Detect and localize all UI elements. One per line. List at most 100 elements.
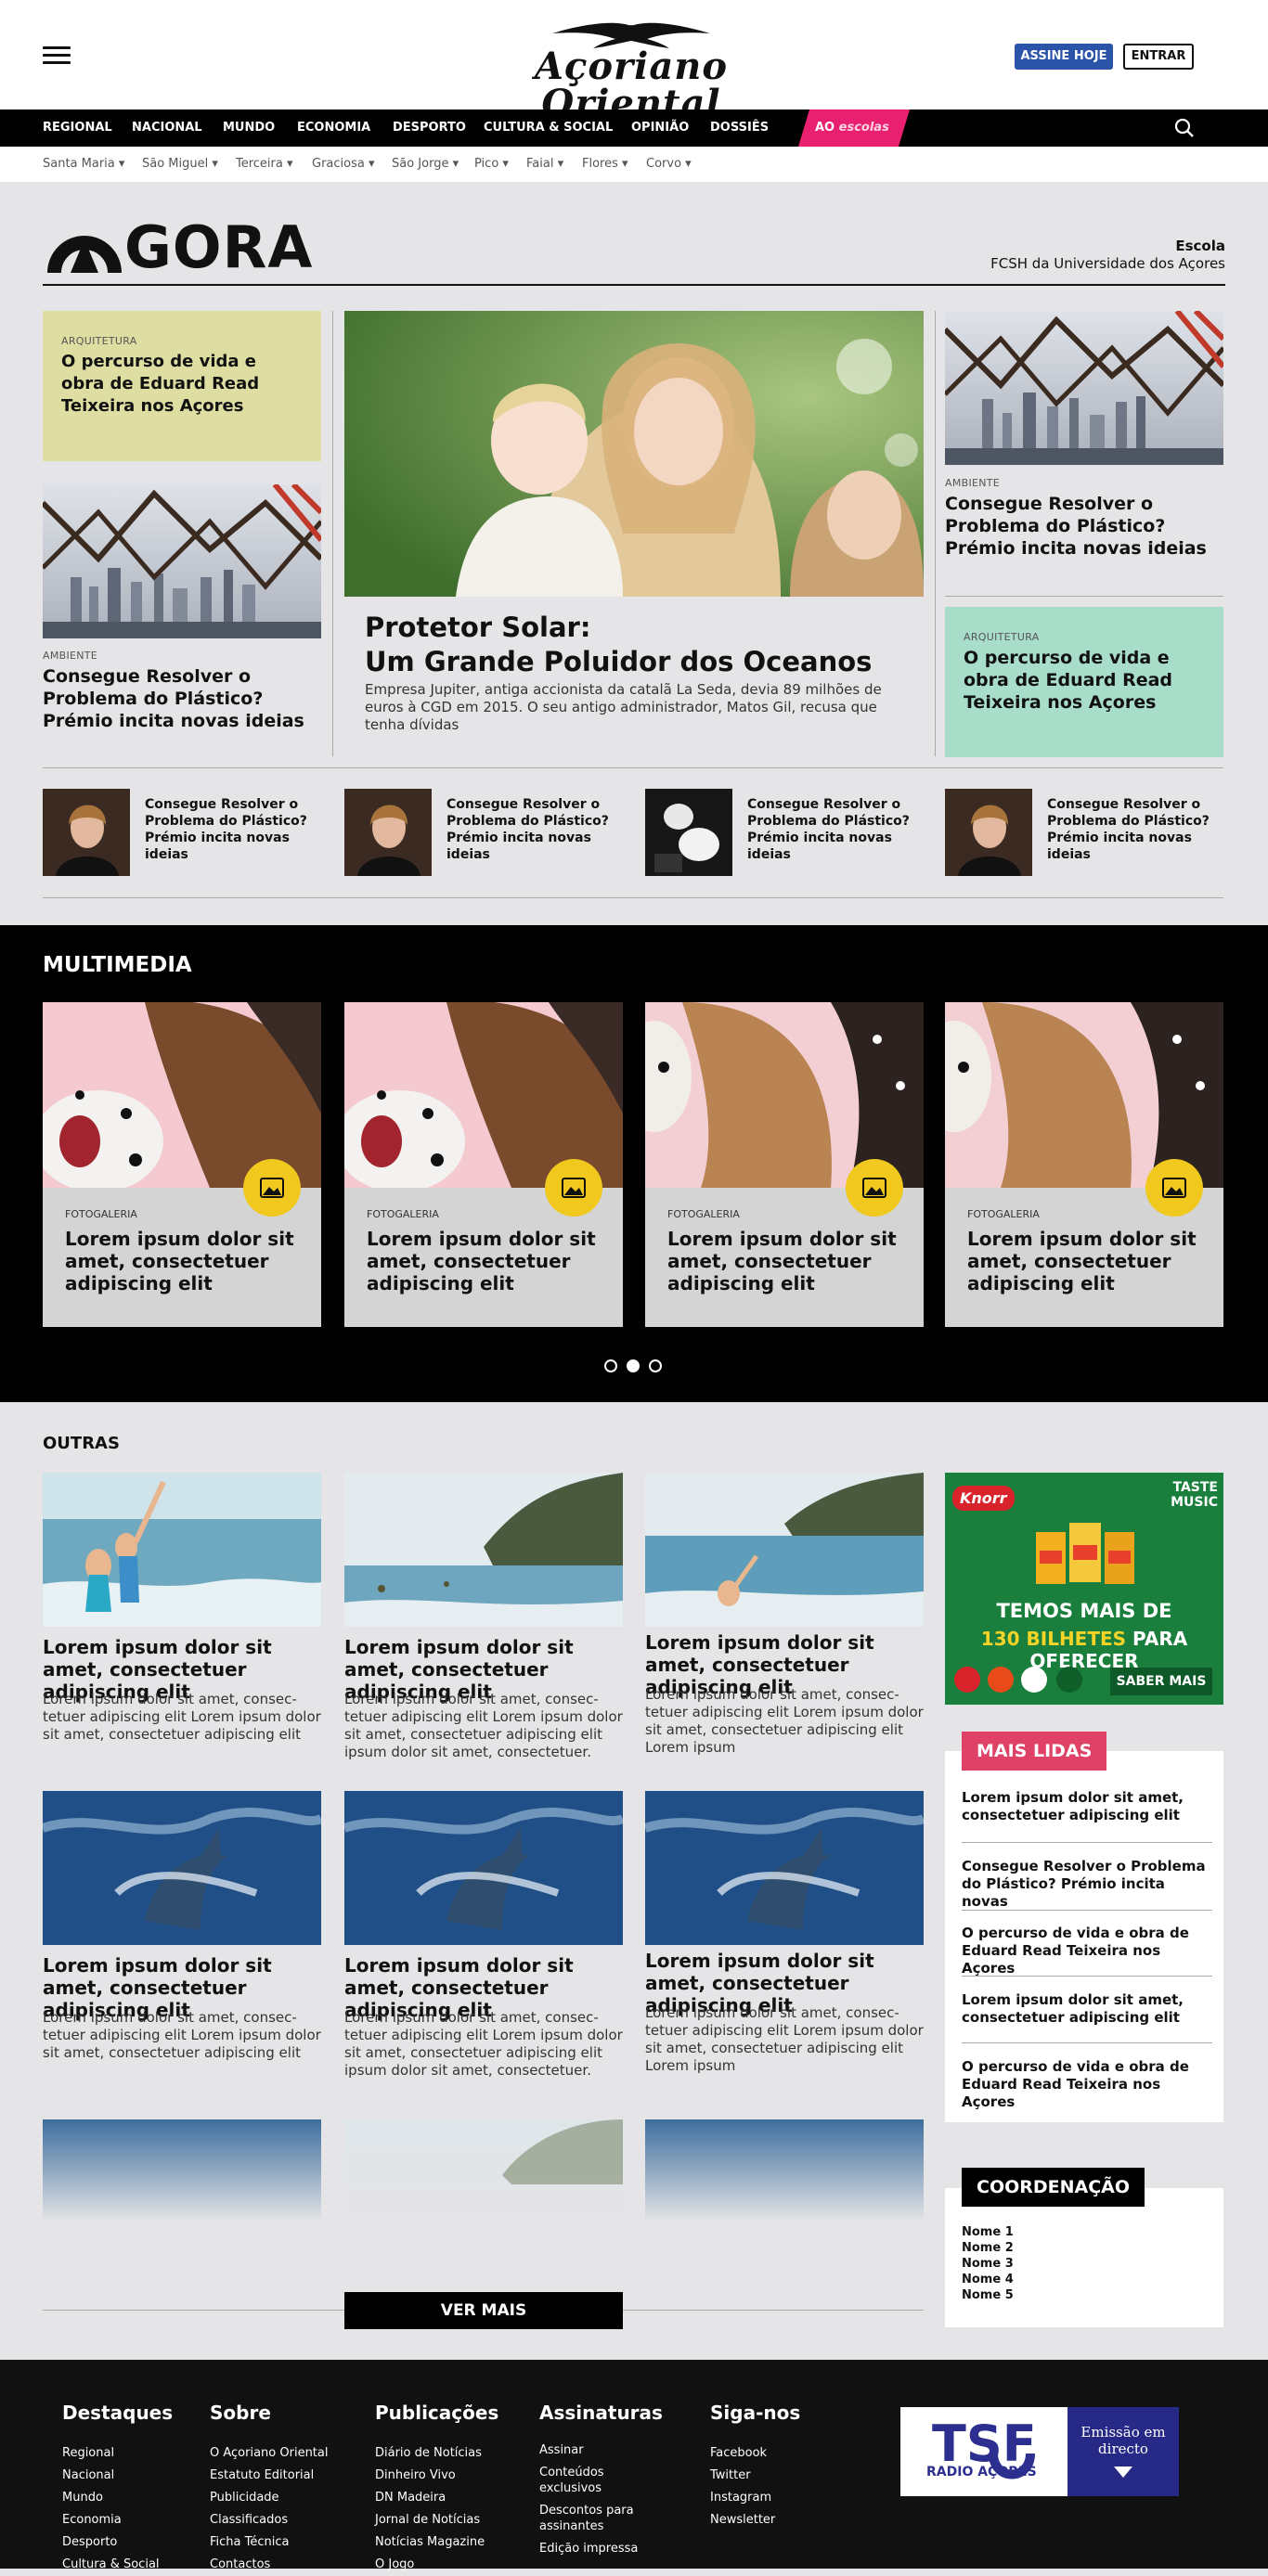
main-article-title[interactable]: Protetor Solar: Um Grande Poluidor dos O… bbox=[365, 611, 903, 679]
main-article-image[interactable] bbox=[344, 311, 924, 597]
article-teaser[interactable]: AMBIENTE Consegue Resolver o Problema do… bbox=[945, 477, 1223, 560]
footer-link[interactable]: Notícias Magazine bbox=[375, 2531, 485, 2554]
footer-link[interactable]: Dinheiro Vivo bbox=[375, 2465, 485, 2487]
article-image-faded[interactable] bbox=[645, 2119, 924, 2222]
most-read-item[interactable]: Consegue Resolver o Problema do Plástico… bbox=[962, 1858, 1212, 1911]
agora-logo[interactable]: GORA bbox=[43, 206, 323, 277]
menu-icon[interactable] bbox=[43, 46, 71, 65]
thumb-image[interactable] bbox=[645, 789, 732, 876]
gallery-card[interactable]: FOTOGALERIA Lorem ipsum dolor sit amet, … bbox=[344, 1002, 623, 1327]
nav-item-regional[interactable]: REGIONAL bbox=[43, 109, 112, 147]
coordinator-name: Nome 1 bbox=[962, 2225, 1014, 2239]
login-button[interactable]: ENTRAR bbox=[1123, 44, 1194, 70]
footer-link[interactable]: Contactos bbox=[210, 2554, 328, 2576]
carousel-dot[interactable] bbox=[604, 1359, 617, 1372]
small-article-title[interactable]: Consegue Resolver o Problema do Plástico… bbox=[145, 796, 312, 863]
nav-item-opiniao[interactable]: OPINIÃO bbox=[631, 109, 689, 147]
see-more-button[interactable]: VER MAIS bbox=[344, 2292, 623, 2329]
footer-link[interactable]: Jornal de Notícias bbox=[375, 2509, 485, 2531]
card-title[interactable]: O percurso de vida e obra de Eduard Read… bbox=[964, 647, 1205, 714]
article-image[interactable] bbox=[945, 311, 1223, 465]
footer-link[interactable]: Conteúdos exclusivos bbox=[539, 2465, 660, 2496]
footer-link[interactable]: Mundo bbox=[62, 2487, 160, 2509]
island-item[interactable]: São Miguel ▾ bbox=[142, 147, 218, 182]
nav-item-cultura-social[interactable]: CULTURA & SOCIAL bbox=[484, 109, 613, 147]
gallery-card[interactable]: FOTOGALERIA Lorem ipsum dolor sit amet, … bbox=[945, 1002, 1223, 1327]
island-item[interactable]: Flores ▾ bbox=[582, 147, 628, 182]
thumb-image[interactable] bbox=[43, 789, 130, 876]
nav-item-nacional[interactable]: NACIONAL bbox=[132, 109, 202, 147]
small-article-title[interactable]: Consegue Resolver o Problema do Plástico… bbox=[446, 796, 614, 863]
footer-link[interactable]: Desporto bbox=[62, 2531, 160, 2554]
nav-item-desporto[interactable]: DESPORTO bbox=[393, 109, 466, 147]
footer-link[interactable]: DN Madeira bbox=[375, 2487, 485, 2509]
article-image[interactable] bbox=[344, 1791, 623, 1945]
carousel-dot[interactable] bbox=[649, 1359, 662, 1372]
featured-card[interactable]: ARQUITETURA O percurso de vida e obra de… bbox=[43, 311, 321, 461]
carousel-dot-active[interactable] bbox=[627, 1359, 640, 1372]
thumb-image[interactable] bbox=[945, 789, 1032, 876]
article-image[interactable] bbox=[645, 1473, 924, 1627]
most-read-item[interactable]: O percurso de vida e obra de Eduard Read… bbox=[962, 2058, 1212, 2111]
footer-link[interactable]: Facebook bbox=[710, 2442, 775, 2465]
island-item[interactable]: São Jorge ▾ bbox=[392, 147, 459, 182]
ao-escolas-link[interactable]: AO escolas bbox=[798, 109, 910, 147]
island-item[interactable]: Graciosa ▾ bbox=[312, 147, 375, 182]
island-item[interactable]: Terceira ▾ bbox=[236, 147, 293, 182]
article-image[interactable] bbox=[645, 1791, 924, 1945]
article-teaser[interactable]: AMBIENTE Consegue Resolver o Problema do… bbox=[43, 650, 321, 732]
island-item[interactable]: Faial ▾ bbox=[526, 147, 563, 182]
card-title[interactable]: Consegue Resolver o Problema do Plástico… bbox=[43, 665, 321, 732]
gallery-card[interactable]: FOTOGALERIA Lorem ipsum dolor sit amet, … bbox=[645, 1002, 924, 1327]
radio-acores-banner[interactable]: TSF RADIO AÇORES Emissão em directo bbox=[900, 2407, 1179, 2496]
footer-link[interactable]: Descontos para assinantes bbox=[539, 2503, 660, 2534]
card-title[interactable]: Lorem ipsum dolor sit amet, consectetuer… bbox=[367, 1228, 608, 1294]
footer-link[interactable]: Nacional bbox=[62, 2465, 160, 2487]
card-title[interactable]: Lorem ipsum dolor sit amet, consectetuer… bbox=[667, 1228, 909, 1294]
footer-link[interactable]: Publicidade bbox=[210, 2487, 328, 2509]
footer-link[interactable]: O Açoriano Oriental bbox=[210, 2442, 328, 2465]
article-image[interactable] bbox=[43, 1473, 321, 1627]
article-image[interactable] bbox=[344, 1473, 623, 1627]
advertisement[interactable]: Knorr TASTE MUSIC TEMOS MAIS DE 130 BILH… bbox=[945, 1473, 1223, 1705]
most-read-item[interactable]: O percurso de vida e obra de Eduard Read… bbox=[962, 1925, 1212, 1977]
footer-link[interactable]: O Jogo bbox=[375, 2554, 485, 2576]
small-article-title[interactable]: Consegue Resolver o Problema do Plástico… bbox=[747, 796, 914, 863]
article-image-faded[interactable] bbox=[43, 2119, 321, 2222]
nav-item-dossies[interactable]: DOSSIÊS bbox=[710, 109, 769, 147]
card-title[interactable]: O percurso de vida e obra de Eduard Read… bbox=[61, 351, 303, 418]
island-item[interactable]: Pico ▾ bbox=[474, 147, 509, 182]
footer-link[interactable]: Edição impressa bbox=[539, 2541, 660, 2557]
search-icon[interactable] bbox=[1174, 118, 1195, 138]
article-image-faded[interactable] bbox=[344, 2119, 623, 2222]
footer-link[interactable]: Twitter bbox=[710, 2465, 775, 2487]
site-logo[interactable]: Açoriano Oriental bbox=[446, 20, 817, 122]
island-item[interactable]: Corvo ▾ bbox=[646, 147, 692, 182]
article-image[interactable] bbox=[43, 1791, 321, 1945]
card-title[interactable]: Consegue Resolver o Problema do Plástico… bbox=[945, 493, 1223, 560]
footer-link[interactable]: Economia bbox=[62, 2509, 160, 2531]
footer-link[interactable]: Instagram bbox=[710, 2487, 775, 2509]
small-article-title[interactable]: Consegue Resolver o Problema do Plástico… bbox=[1047, 796, 1214, 863]
nav-item-mundo[interactable]: MUNDO bbox=[223, 109, 275, 147]
footer-link[interactable]: Regional bbox=[62, 2442, 160, 2465]
card-title[interactable]: Lorem ipsum dolor sit amet, consectetuer… bbox=[65, 1228, 306, 1294]
card-title[interactable]: Lorem ipsum dolor sit amet, consectetuer… bbox=[967, 1228, 1209, 1294]
thumb-image[interactable] bbox=[344, 789, 432, 876]
featured-card[interactable]: ARQUITETURA O percurso de vida e obra de… bbox=[945, 607, 1223, 757]
footer-link[interactable]: Ficha Técnica bbox=[210, 2531, 328, 2554]
nav-item-economia[interactable]: ECONOMIA bbox=[297, 109, 370, 147]
footer-link[interactable]: Classificados bbox=[210, 2509, 328, 2531]
island-item[interactable]: Santa Maria ▾ bbox=[43, 147, 124, 182]
subscribe-button[interactable]: ASSINE HOJE bbox=[1015, 44, 1113, 70]
gallery-card[interactable]: FOTOGALERIA Lorem ipsum dolor sit amet, … bbox=[43, 1002, 321, 1327]
footer-link[interactable]: Newsletter bbox=[710, 2509, 775, 2531]
most-read-item[interactable]: Lorem ipsum dolor sit amet, consectetuer… bbox=[962, 1991, 1212, 2027]
most-read-item[interactable]: Lorem ipsum dolor sit amet, consectetuer… bbox=[962, 1789, 1212, 1824]
ad-cta[interactable]: SABER MAIS bbox=[1110, 1668, 1212, 1695]
article-image[interactable] bbox=[43, 484, 321, 638]
footer-link[interactable]: Cultura & Social bbox=[62, 2554, 160, 2576]
footer-link[interactable]: Assinar bbox=[539, 2442, 660, 2458]
footer-link[interactable]: Diário de Notícias bbox=[375, 2442, 485, 2465]
footer-link[interactable]: Estatuto Editorial bbox=[210, 2465, 328, 2487]
